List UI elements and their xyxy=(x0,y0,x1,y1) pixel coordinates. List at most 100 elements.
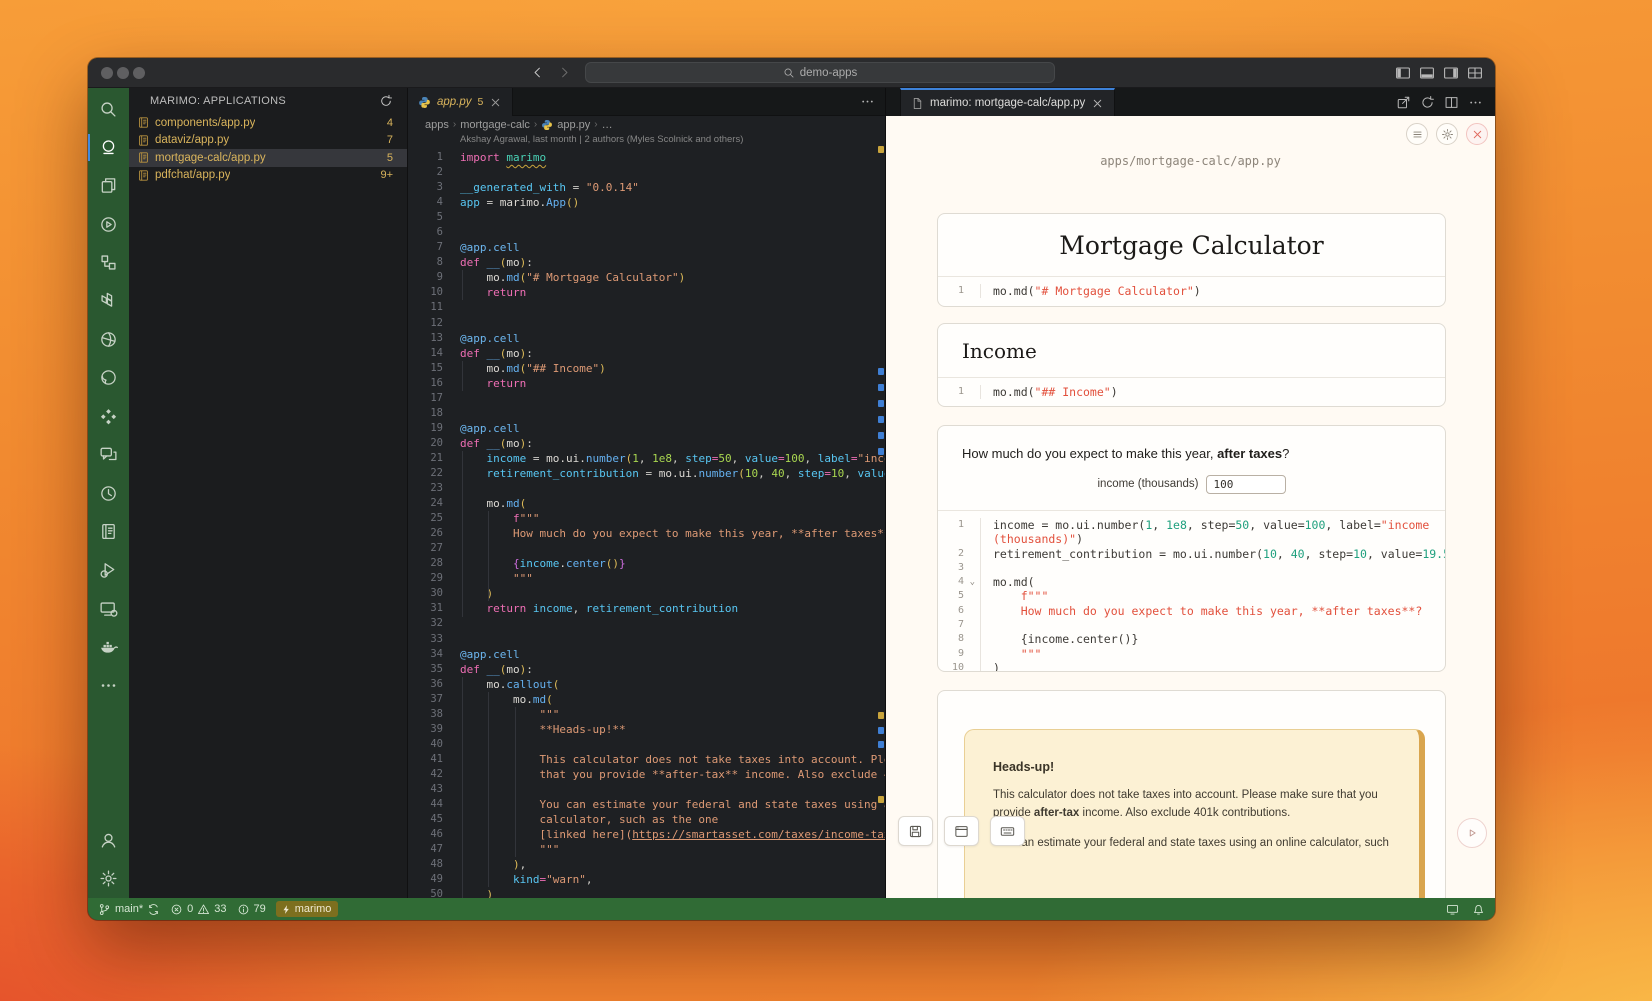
file-label: components/app.py xyxy=(155,117,255,129)
close-button[interactable] xyxy=(101,67,113,79)
toggle-panel-icon[interactable] xyxy=(1419,65,1435,81)
split-editor-icon[interactable] xyxy=(1444,95,1459,110)
activity-item-github-icon[interactable] xyxy=(88,359,129,397)
forward-arrow-icon[interactable] xyxy=(557,65,572,80)
code-line: 45 calculator, such as the one xyxy=(408,812,885,827)
activity-item-docker-icon[interactable] xyxy=(88,627,129,665)
more-actions-icon[interactable] xyxy=(1468,95,1483,110)
activity-item-watch-run-icon[interactable] xyxy=(88,474,129,512)
git-branch-status[interactable]: main* xyxy=(98,903,160,916)
editor-tabbar: app.py 5 xyxy=(408,88,885,116)
activity-item-hierarchy-icon[interactable] xyxy=(88,244,129,282)
refresh-icon[interactable] xyxy=(379,94,393,108)
activity-item-settings-gear-icon[interactable] xyxy=(88,860,129,898)
activity-item-search-icon[interactable] xyxy=(88,90,129,128)
toolbar-app-settings-icon[interactable] xyxy=(1436,123,1458,145)
floating-save-button[interactable] xyxy=(898,816,933,846)
activity-item-marimo-explorer-icon[interactable] xyxy=(88,128,129,166)
activity-item-diamonds-icon[interactable] xyxy=(88,397,129,435)
remote-window-icon[interactable] xyxy=(1446,903,1459,916)
breadcrumb-segment[interactable]: app.py xyxy=(557,119,590,131)
menu-icon xyxy=(1411,128,1424,141)
indent-guide xyxy=(462,451,463,617)
cell-count-badge: 7 xyxy=(387,134,393,146)
editor-more-actions-icon[interactable] xyxy=(860,94,875,109)
activity-item-rose-icon[interactable] xyxy=(88,320,129,358)
breadcrumb-more[interactable]: … xyxy=(602,119,613,131)
editor-group-2: marimo: mortgage-calc/app.py apps/mortga… xyxy=(886,88,1495,898)
sidebar-item-mortgage-calc-app-py[interactable]: mortgage-calc/app.py5 xyxy=(129,149,407,167)
python-icon xyxy=(418,96,431,109)
activity-item-comments-icon[interactable] xyxy=(88,436,129,474)
toolbar-shutdown-icon[interactable] xyxy=(1466,123,1488,145)
activity-item-remote-explorer-icon[interactable] xyxy=(88,589,129,627)
code-line: 21 income = mo.ui.number(1, 1e8, step=50… xyxy=(408,451,885,466)
activity-item-notebook-icon[interactable] xyxy=(88,512,129,550)
tab-marimo-preview[interactable]: marimo: mortgage-calc/app.py xyxy=(900,88,1115,116)
sidebar-item-pdfchat-app-py[interactable]: pdfchat/app.py9+ xyxy=(129,167,407,185)
activity-item-debug-icon[interactable] xyxy=(88,551,129,589)
code-editor[interactable]: 1import marimo23__generated_with = "0.0.… xyxy=(408,150,885,898)
code-line: 40 xyxy=(408,737,885,752)
marimo-status-badge[interactable]: marimo xyxy=(276,901,339,917)
callout-paragraph-1: This calculator does not take taxes into… xyxy=(993,787,1391,823)
open-external-icon[interactable] xyxy=(1396,95,1411,110)
minimize-button[interactable] xyxy=(117,67,129,79)
problems-status[interactable]: 0 33 xyxy=(170,903,226,916)
floating-open-browser-button[interactable] xyxy=(944,816,979,846)
sidebar-item-components-app-py[interactable]: components/app.py4 xyxy=(129,114,407,132)
tab-close-icon[interactable] xyxy=(489,96,502,109)
activity-item-more-views-icon[interactable] xyxy=(88,666,129,704)
cell-count-badge: 9+ xyxy=(380,169,393,181)
tab-app-py[interactable]: app.py 5 xyxy=(408,88,513,116)
sidebar-title: MARIMO: APPLICATIONS xyxy=(150,95,286,107)
overview-ruler-mark xyxy=(878,416,884,423)
code-line: 6 How much do you expect to make this ye… xyxy=(938,604,1445,618)
cell-card-title: Mortgage Calculator 1mo.md("# Mortgage C… xyxy=(937,213,1446,307)
toggle-secondary-sidebar-icon[interactable] xyxy=(1443,65,1459,81)
open-browser-icon xyxy=(954,824,969,839)
play-icon xyxy=(1465,826,1479,840)
toolbar-menu-icon[interactable] xyxy=(1406,123,1428,145)
warning-callout: Heads-up! This calculator does not take … xyxy=(964,729,1425,898)
notifications-bell-icon[interactable] xyxy=(1472,903,1485,916)
code-line: 12 xyxy=(408,316,885,331)
activity-item-account-icon[interactable] xyxy=(88,821,129,859)
code-line: 1import marimo xyxy=(408,150,885,165)
activity-item-run-circle-icon[interactable] xyxy=(88,205,129,243)
floating-keyboard-shortcuts-button[interactable] xyxy=(990,816,1025,846)
breadcrumb-segment[interactable]: mortgage-calc xyxy=(460,119,530,131)
income-number-input[interactable] xyxy=(1206,475,1286,494)
terraform-icon xyxy=(99,292,118,311)
app-title: Mortgage Calculator xyxy=(938,214,1445,276)
overview-ruler-mark xyxy=(878,400,884,407)
reload-icon[interactable] xyxy=(1420,95,1435,110)
code-line: 27 xyxy=(408,541,885,556)
rose-icon xyxy=(99,330,118,349)
preview-tab-close-icon[interactable] xyxy=(1091,97,1104,110)
activity-item-copy-pages-icon[interactable] xyxy=(88,167,129,205)
back-arrow-icon[interactable] xyxy=(530,65,545,80)
command-center-search[interactable]: demo-apps xyxy=(585,62,1055,83)
run-button[interactable] xyxy=(1457,818,1487,848)
toggle-primary-sidebar-icon[interactable] xyxy=(1395,65,1411,81)
cell-count-badge: 5 xyxy=(387,152,393,164)
customize-layout-icon[interactable] xyxy=(1467,65,1483,81)
breadcrumb-segment[interactable]: apps xyxy=(425,119,449,131)
cell-card-callout: Heads-up! This calculator does not take … xyxy=(937,690,1446,898)
code-line: 9 """ xyxy=(938,647,1445,661)
activity-item-terraform-icon[interactable] xyxy=(88,282,129,320)
sidebar-item-dataviz-app-py[interactable]: dataviz/app.py7 xyxy=(129,132,407,150)
code-line: 3__generated_with = "0.0.14" xyxy=(408,180,885,195)
account-icon xyxy=(99,831,118,850)
zoom-button[interactable] xyxy=(133,67,145,79)
breadcrumb[interactable]: apps›mortgage-calc›app.py›… xyxy=(408,116,885,133)
code-line: 33 xyxy=(408,632,885,647)
code-line: 17 xyxy=(408,391,885,406)
code-line: 10) xyxy=(938,661,1445,672)
sync-icon[interactable] xyxy=(147,903,160,916)
code-line: 39 **Heads-up!** xyxy=(408,722,885,737)
notebook-file-icon xyxy=(137,134,150,147)
info-status[interactable]: 79 xyxy=(237,903,266,916)
overview-ruler-mark xyxy=(878,712,884,719)
